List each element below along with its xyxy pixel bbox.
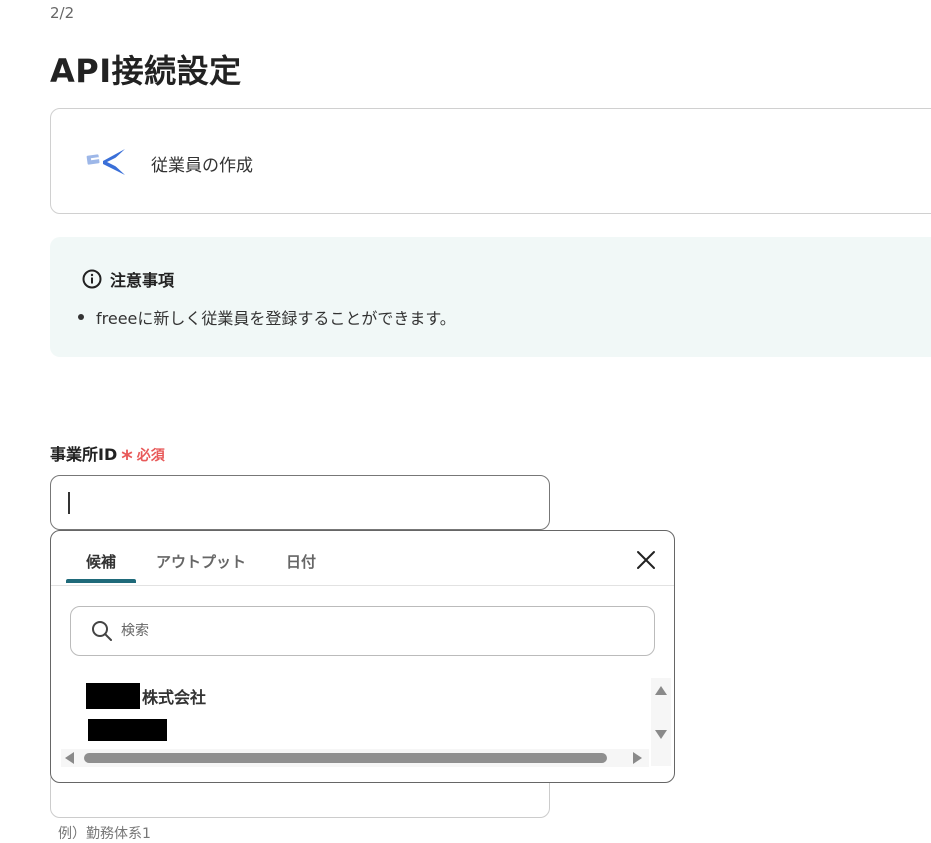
search-icon [92,621,112,641]
info-icon [82,269,102,289]
notice-box: 注意事項 freeeに新しく従業員を登録することができます。 [50,237,931,357]
redacted-text [86,683,140,709]
notice-title: 注意事項 [110,271,175,290]
notice-list-item: freeeに新しく従業員を登録することができます。 [78,305,456,329]
action-label: 従業員の作成 [151,156,253,176]
office-id-input[interactable] [50,475,550,530]
scroll-up-icon[interactable] [655,686,667,695]
close-icon[interactable] [635,549,657,571]
dropdown-tabs: 候補 アウトプット 日付 [51,531,674,586]
required-mark: * [121,447,133,472]
company-suffix: 株式会社 [142,688,207,707]
redacted-text [88,719,167,741]
candidate-list: 株式会社 [51,673,651,751]
vertical-scrollbar[interactable] [651,678,671,766]
list-item[interactable]: 株式会社 [86,683,206,709]
scroll-down-icon[interactable] [655,730,667,739]
field-label: 事業所ID * 必須 [50,441,165,472]
freee-bird-icon [86,149,125,175]
field-label-text: 事業所ID [50,445,118,464]
step-indicator: 2/2 [50,4,75,22]
scroll-left-icon[interactable] [65,752,74,764]
active-tab-indicator [66,579,136,583]
tab-output[interactable]: アウトプット [156,551,246,572]
page-title: API接続設定 [50,52,242,90]
text-caret [68,492,70,514]
tab-date[interactable]: 日付 [286,551,316,572]
suggestion-dropdown: 候補 アウトプット 日付 株式会社 [50,530,675,783]
required-badge: 必須 [136,448,165,464]
scrollbar-thumb[interactable] [84,753,607,763]
notice-header: 注意事項 [82,267,174,291]
bullet-icon [78,314,84,320]
horizontal-scrollbar[interactable] [61,749,649,767]
search-field[interactable] [70,606,655,656]
notice-item-text: freeeに新しく従業員を登録することができます。 [96,309,456,328]
next-field-example: 例）勤務体系1 [58,826,151,842]
scroll-right-icon[interactable] [633,752,642,764]
action-card: 従業員の作成 [50,108,931,214]
tab-candidates[interactable]: 候補 [86,551,116,572]
search-input[interactable] [119,622,603,640]
